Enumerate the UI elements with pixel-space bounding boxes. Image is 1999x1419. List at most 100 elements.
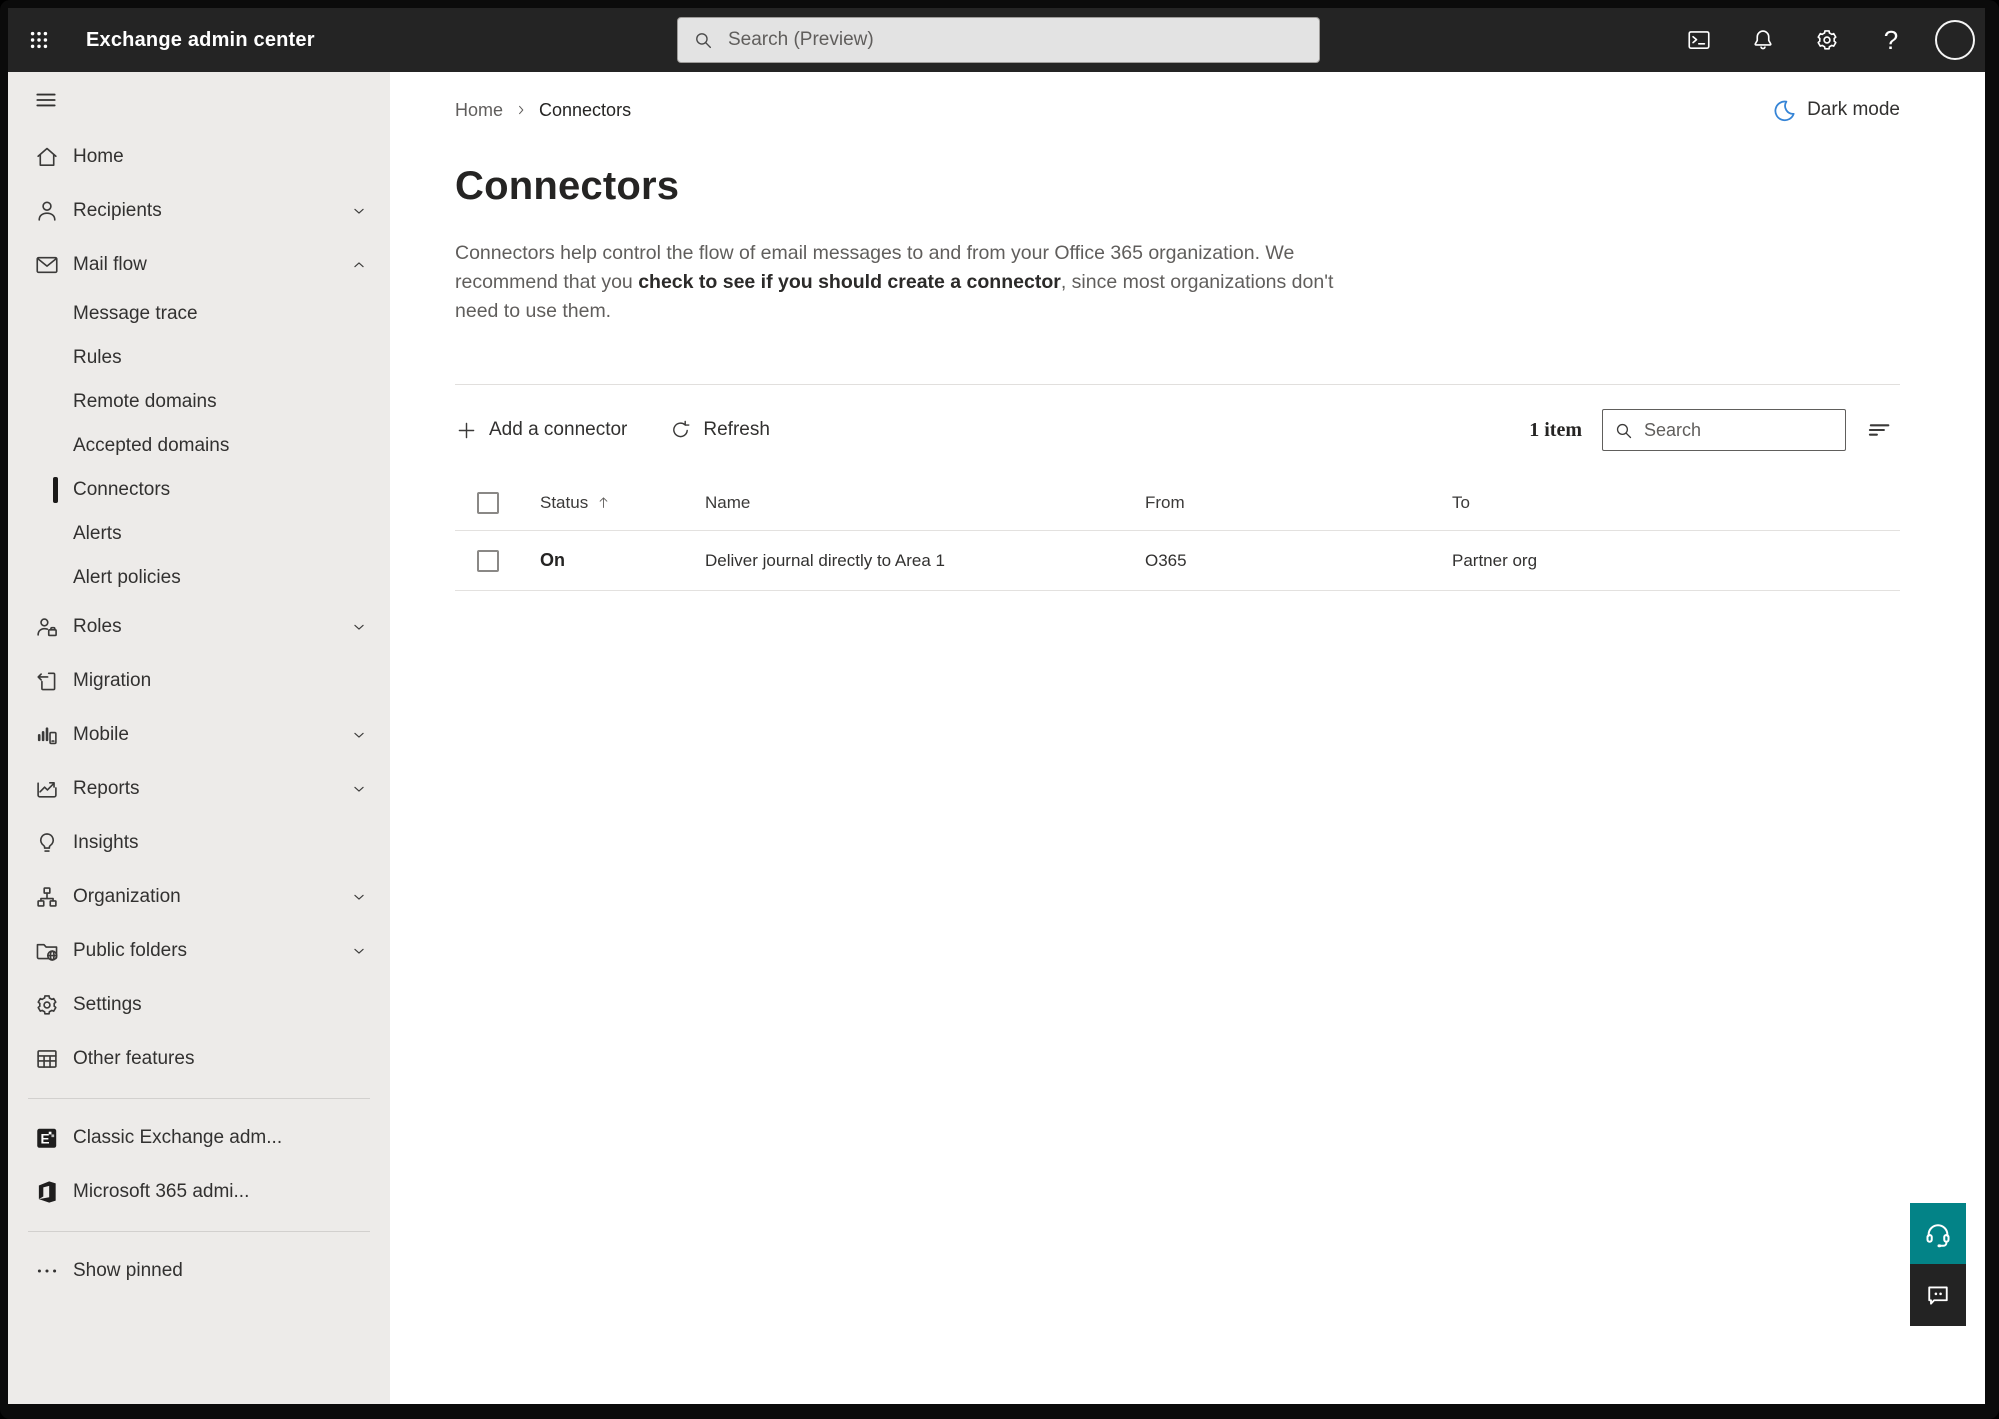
notifications-button[interactable] bbox=[1743, 20, 1783, 60]
add-connector-button[interactable]: Add a connector bbox=[455, 419, 627, 442]
column-header-to[interactable]: To bbox=[1452, 493, 1900, 513]
column-header-name[interactable]: Name bbox=[705, 493, 1145, 513]
feedback-button[interactable] bbox=[1910, 1264, 1966, 1326]
breadcrumb-home-link[interactable]: Home bbox=[455, 100, 503, 121]
chevron-down-icon bbox=[350, 726, 368, 744]
nav-list: Home Recipients Mail flow Message trace bbox=[8, 130, 390, 1298]
column-header-from[interactable]: From bbox=[1145, 493, 1452, 513]
sidebar-item-migration[interactable]: Migration bbox=[8, 654, 390, 708]
mail-icon bbox=[34, 252, 60, 278]
search-icon bbox=[692, 29, 714, 51]
sidebar-item-label: Classic Exchange adm... bbox=[73, 1127, 283, 1148]
sidebar-item-connectors[interactable]: Connectors bbox=[8, 468, 390, 512]
status-cell: On bbox=[540, 550, 565, 570]
folder-globe-icon bbox=[34, 938, 60, 964]
dark-mode-toggle[interactable]: Dark mode bbox=[1772, 98, 1900, 123]
person-icon bbox=[34, 198, 60, 224]
settings-button[interactable] bbox=[1807, 20, 1847, 60]
list-search-box[interactable] bbox=[1602, 409, 1846, 451]
global-search-input[interactable] bbox=[728, 29, 1305, 51]
account-button[interactable] bbox=[1935, 20, 1975, 60]
sidebar-item-insights[interactable]: Insights bbox=[8, 816, 390, 870]
migration-icon bbox=[34, 668, 60, 694]
sidebar-item-label: Insights bbox=[73, 832, 139, 853]
floating-buttons bbox=[1910, 1203, 1966, 1326]
help-button[interactable]: ? bbox=[1871, 20, 1911, 60]
roles-icon bbox=[34, 614, 60, 640]
sidebar-item-accepted-domains[interactable]: Accepted domains bbox=[8, 424, 390, 468]
sidebar-item-alert-policies[interactable]: Alert policies bbox=[8, 556, 390, 600]
table-row[interactable]: On Deliver journal directly to Area 1 O3… bbox=[455, 531, 1900, 591]
support-button[interactable] bbox=[1910, 1203, 1966, 1264]
sidebar-item-roles[interactable]: Roles bbox=[8, 600, 390, 654]
gear-icon bbox=[34, 992, 60, 1018]
notifications-bell-icon bbox=[1750, 27, 1776, 53]
sidebar-item-label: Connectors bbox=[73, 479, 171, 500]
chevron-down-icon bbox=[350, 618, 368, 636]
sidebar-item-microsoft-365-admin[interactable]: Microsoft 365 admi... bbox=[8, 1165, 390, 1219]
chevron-down-icon bbox=[350, 888, 368, 906]
dark-mode-label: Dark mode bbox=[1807, 99, 1900, 120]
chevron-up-icon bbox=[350, 256, 368, 274]
sort-ascending-icon bbox=[595, 494, 612, 511]
account-avatar bbox=[1935, 20, 1975, 60]
sidebar-item-other-features[interactable]: Other features bbox=[8, 1032, 390, 1086]
sidebar-item-mobile[interactable]: Mobile bbox=[8, 708, 390, 762]
sidebar-item-reports[interactable]: Reports bbox=[8, 762, 390, 816]
column-label: From bbox=[1145, 492, 1185, 512]
page-title: Connectors bbox=[455, 164, 680, 208]
refresh-label: Refresh bbox=[703, 419, 770, 440]
collapse-nav-button[interactable] bbox=[24, 78, 68, 122]
filter-button[interactable] bbox=[1864, 415, 1894, 445]
command-line-icon bbox=[1686, 27, 1712, 53]
select-all-checkbox[interactable] bbox=[477, 491, 499, 514]
global-search-box[interactable] bbox=[677, 17, 1320, 63]
main-content: Home Connectors Dark mode Connectors Con… bbox=[390, 72, 1985, 1404]
sidebar-item-settings[interactable]: Settings bbox=[8, 978, 390, 1032]
to-cell: Partner org bbox=[1452, 550, 1538, 570]
breadcrumb: Home Connectors bbox=[455, 100, 631, 121]
table-grid-icon bbox=[34, 1046, 60, 1072]
gear-icon bbox=[1814, 27, 1840, 53]
from-cell: O365 bbox=[1145, 550, 1187, 570]
sidebar-item-home[interactable]: Home bbox=[8, 130, 390, 184]
plus-icon bbox=[455, 419, 478, 442]
breadcrumb-current: Connectors bbox=[539, 99, 632, 120]
column-header-status[interactable]: Status bbox=[540, 493, 705, 513]
app-launcher-icon bbox=[28, 29, 50, 51]
sidebar-item-remote-domains[interactable]: Remote domains bbox=[8, 380, 390, 424]
app-launcher-button[interactable] bbox=[16, 17, 62, 63]
sidebar-item-show-pinned[interactable]: Show pinned bbox=[8, 1244, 390, 1298]
mobile-icon bbox=[34, 722, 60, 748]
sidebar-item-label: Microsoft 365 admi... bbox=[73, 1181, 250, 1202]
sidebar-item-classic-exchange-admin[interactable]: Classic Exchange adm... bbox=[8, 1111, 390, 1165]
breadcrumb-separator-icon bbox=[513, 102, 529, 118]
name-cell[interactable]: Deliver journal directly to Area 1 bbox=[705, 551, 1145, 571]
sidebar-item-label: Remote domains bbox=[73, 391, 217, 412]
headset-icon bbox=[1923, 1219, 1953, 1249]
sidebar-item-organization[interactable]: Organization bbox=[8, 870, 390, 924]
sidebar-item-alerts[interactable]: Alerts bbox=[8, 512, 390, 556]
window-frame: Exchange admin center ? bbox=[0, 0, 1999, 1419]
sidebar-item-recipients[interactable]: Recipients bbox=[8, 184, 390, 238]
refresh-icon bbox=[669, 419, 692, 442]
feedback-bubble-icon bbox=[1924, 1281, 1952, 1309]
page-description: Connectors help control the flow of emai… bbox=[455, 239, 1339, 326]
list-toolbar: Add a connector Refresh 1 item bbox=[455, 385, 1900, 475]
help-icon: ? bbox=[1883, 25, 1899, 55]
sidebar-item-label: Other features bbox=[73, 1048, 195, 1069]
sidebar-item-public-folders[interactable]: Public folders bbox=[8, 924, 390, 978]
sidebar-item-mail-flow[interactable]: Mail flow bbox=[8, 238, 390, 292]
refresh-button[interactable]: Refresh bbox=[669, 419, 770, 442]
lightbulb-icon bbox=[34, 830, 60, 856]
top-app-bar: Exchange admin center ? bbox=[8, 8, 1985, 72]
sidebar-item-label: Organization bbox=[73, 886, 181, 907]
sidebar-item-message-trace[interactable]: Message trace bbox=[8, 292, 390, 336]
sidebar-item-rules[interactable]: Rules bbox=[8, 336, 390, 380]
command-line-button[interactable] bbox=[1679, 20, 1719, 60]
sidebar-item-label: Alerts bbox=[73, 523, 122, 544]
sidebar-item-label: Recipients bbox=[73, 200, 162, 221]
row-checkbox[interactable] bbox=[477, 549, 499, 572]
list-search-input[interactable] bbox=[1644, 419, 1835, 441]
table-header-row: Status Name From To bbox=[455, 475, 1900, 531]
